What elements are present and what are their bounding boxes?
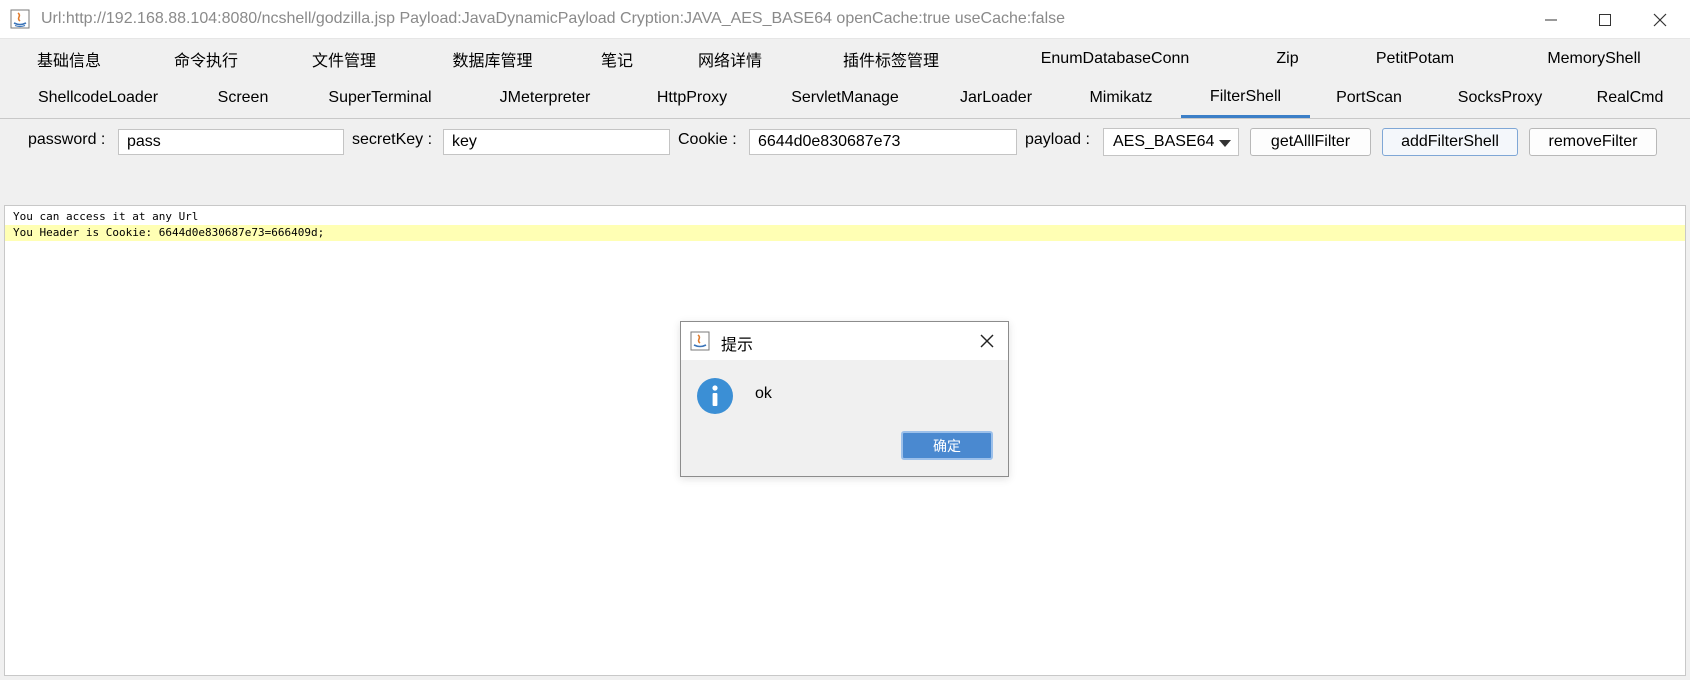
tab-memoryshell[interactable]: MemoryShell (1535, 39, 1653, 79)
tab-screen[interactable]: Screen (208, 78, 278, 118)
get-all-filter-button[interactable]: getAlllFilter (1250, 128, 1371, 156)
java-app-icon (690, 331, 710, 351)
tab-servletmanage[interactable]: ServletManage (784, 78, 906, 118)
tab-realcmd[interactable]: RealCmd (1590, 78, 1670, 118)
tab-shellcodeloader[interactable]: ShellcodeLoader (28, 78, 168, 118)
cookie-input[interactable] (749, 129, 1017, 155)
remove-filter-button[interactable]: removeFilter (1529, 128, 1657, 156)
dialog-message: ok (755, 385, 772, 402)
info-icon (697, 378, 733, 414)
window-title: Url:http://192.168.88.104:8080/ncshell/g… (41, 10, 1066, 27)
minimize-button[interactable] (1524, 0, 1578, 39)
close-icon[interactable] (976, 330, 998, 352)
title-bar: Url:http://192.168.88.104:8080/ncshell/g… (0, 0, 1690, 39)
tab-mimikatz[interactable]: Mimikatz (1080, 78, 1162, 118)
tab-filtershell[interactable]: FilterShell (1181, 78, 1310, 118)
dialog-title: 提示 (721, 337, 754, 354)
tab-database-manager[interactable]: 数据库管理 (440, 39, 545, 79)
tab-jarloader[interactable]: JarLoader (950, 78, 1042, 118)
tab-jmeterpreter[interactable]: JMeterpreter (490, 78, 600, 118)
java-app-icon (10, 9, 30, 29)
secretkey-label: secretKey : (352, 131, 433, 148)
message-dialog: 提示 ok 确定 (680, 321, 1009, 477)
dialog-title-bar: 提示 (681, 322, 1008, 360)
tab-petitpotam[interactable]: PetitPotam (1360, 39, 1470, 79)
tab-basic-info[interactable]: 基础信息 (20, 39, 118, 79)
tab-notes[interactable]: 笔记 (590, 39, 644, 79)
secretkey-input[interactable] (443, 129, 670, 155)
maximize-icon (1599, 13, 1611, 26)
password-input[interactable] (118, 129, 344, 155)
chevron-down-icon (1219, 140, 1231, 147)
tab-command-exec[interactable]: 命令执行 (160, 39, 252, 79)
tab-network-details[interactable]: 网络详情 (685, 39, 775, 79)
ok-button[interactable]: 确定 (901, 431, 993, 460)
close-icon (1653, 13, 1667, 26)
tab-file-manager[interactable]: 文件管理 (298, 39, 390, 79)
tab-socksproxy[interactable]: SocksProxy (1450, 78, 1550, 118)
add-filter-shell-button[interactable]: addFilterShell (1382, 128, 1518, 156)
tab-plugin-label-manager[interactable]: 插件标签管理 (830, 39, 952, 79)
password-label: password : (28, 131, 106, 148)
payload-select[interactable]: AES_BASE64 (1103, 128, 1239, 156)
cookie-label: Cookie : (678, 131, 737, 148)
output-line: You can access it at any Url (13, 210, 199, 223)
minimize-icon (1545, 19, 1557, 20)
tab-zip[interactable]: Zip (1265, 39, 1310, 79)
tab-enum-database-conn[interactable]: EnumDatabaseConn (1030, 39, 1200, 79)
maximize-button[interactable] (1578, 0, 1632, 39)
close-button[interactable] (1633, 0, 1687, 39)
tab-portscan[interactable]: PortScan (1328, 78, 1410, 118)
payload-label: payload : (1025, 131, 1090, 148)
tab-httpproxy[interactable]: HttpProxy (646, 78, 738, 118)
payload-select-value: AES_BASE64 (1113, 133, 1215, 150)
tab-superterminal[interactable]: SuperTerminal (320, 78, 440, 118)
tab-bar: 基础信息 命令执行 文件管理 数据库管理 笔记 网络详情 插件标签管理 Enum… (0, 39, 1690, 119)
output-line-highlighted: You Header is Cookie: 6644d0e830687e73=6… (5, 225, 1685, 241)
